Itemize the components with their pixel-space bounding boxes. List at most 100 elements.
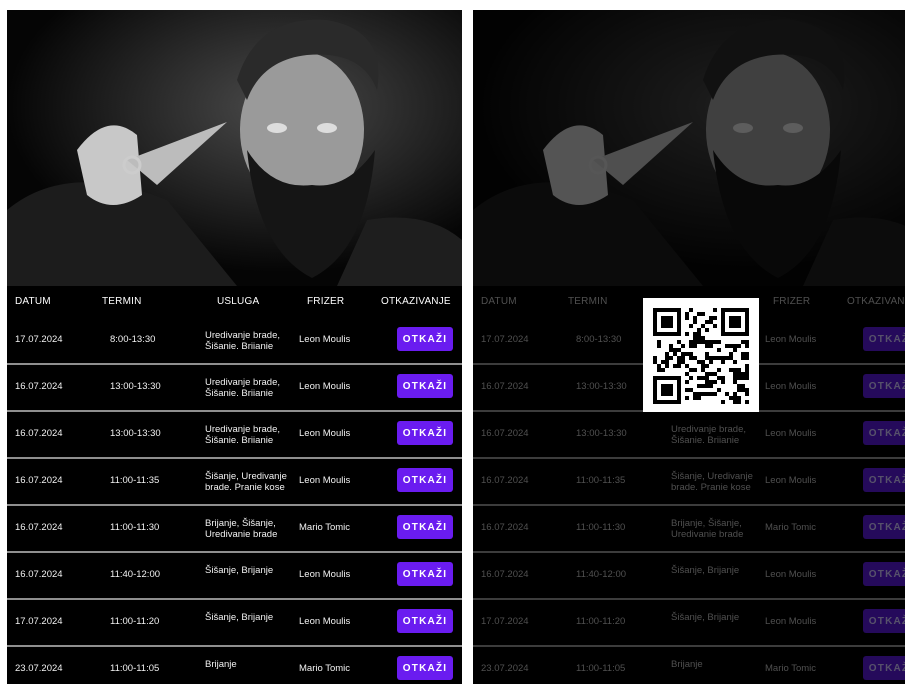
table-row: 17.07.2024 11:00-11:20 Šišanje, Brijanje Le… (473, 600, 905, 647)
cell-barber: Leon Moulis (299, 569, 351, 580)
cancel-button[interactable]: OTKAŽI (863, 327, 905, 351)
cancel-button[interactable]: OTKAŽI (863, 562, 905, 586)
cancel-button[interactable]: OTKAŽI (863, 421, 905, 445)
cell-barber: Leon Moulis (299, 334, 351, 345)
cell-date: 16.07.2024 (481, 428, 529, 439)
cell-time: 11:00-11:30 (110, 522, 160, 533)
header-otkazivanje: OTKAZIVANJE (381, 296, 451, 307)
cell-barber: Mario Tomic (765, 663, 817, 674)
cell-date: 17.07.2024 (15, 616, 63, 627)
cell-time: 11:00-11:20 (576, 616, 626, 627)
cell-service: Šišanje, Brijanje (205, 612, 274, 623)
cell-date: 16.07.2024 (15, 475, 63, 486)
cell-date: 16.07.2024 (481, 522, 529, 533)
header-datum: DATUM (481, 296, 517, 307)
table-row: 16.07.2024 11:00-11:30 Brijanje, Šišanje, … (473, 506, 905, 553)
cell-service: Brijanje (205, 659, 237, 670)
cell-time: 8:00-13:30 (576, 334, 622, 345)
table-row: 16.07.2024 13:00-13:30 Uredivanje brade, Š… (473, 412, 905, 459)
cancel-button[interactable]: OTKAŽI (863, 374, 905, 398)
cancel-button[interactable]: OTKAŽI (397, 656, 453, 680)
qr-code-popup[interactable] (643, 298, 759, 412)
cell-service: Uredivanje brade, Šišanie. Briianie (205, 424, 280, 446)
header-usluga: USLUGA (217, 296, 260, 307)
cell-barber: Leon Moulis (765, 334, 817, 345)
table-row: 16.07.2024 11:00-11:30 Brijanje, Šišanje, … (7, 506, 462, 553)
cell-service: Šišanje, Brijanje (205, 565, 274, 576)
table-row: 16.07.2024 11:40-12:00 Šišanje, Brijanje Le… (473, 553, 905, 600)
cell-service: Brijanje, Šišanje, Uredivanie brade (671, 518, 744, 540)
cell-barber: Leon Moulis (299, 428, 351, 439)
cell-barber: Leon Moulis (765, 616, 817, 627)
cancel-button[interactable]: OTKAŽI (397, 421, 453, 445)
cancel-button[interactable]: OTKAŽI (397, 609, 453, 633)
header-frizer: FRIZER (307, 296, 345, 307)
table-header: DATUM TERMIN USLUGA FRIZER OTKAZIVANJE (7, 286, 462, 318)
cell-time: 8:00-13:30 (110, 334, 156, 345)
appointments-table: DATUM TERMIN USLUGA FRIZER OTKAZIVANJE 1… (7, 286, 462, 684)
cell-time: 13:00-13:30 (576, 381, 627, 392)
table-row: 17.07.2024 8:00-13:30 Uredivanje brade, Ši… (7, 318, 462, 365)
header-otkazivanje: OTKAZIVANJE (847, 296, 905, 307)
cell-barber: Leon Moulis (299, 381, 351, 392)
cell-date: 16.07.2024 (15, 428, 63, 439)
table-row: 16.07.2024 13:00-13:30 Uredivanje brade, Š… (7, 412, 462, 459)
table-row: 23.07.2024 11:00-11:05 Brijanje Mario Tomic… (7, 647, 462, 684)
cancel-button[interactable]: OTKAŽI (863, 609, 905, 633)
cell-time: 11:00-11:35 (110, 475, 160, 486)
cell-service: Brijanje, Šišanje, Uredivanie brade (205, 518, 278, 540)
cell-barber: Leon Moulis (299, 616, 351, 627)
cell-service: Brijanje (671, 659, 703, 670)
cell-time: 13:00-13:30 (576, 428, 627, 439)
cell-barber: Mario Tomic (299, 663, 351, 674)
cancel-button[interactable]: OTKAŽI (863, 468, 905, 492)
cell-date: 16.07.2024 (481, 475, 529, 486)
cell-barber: Leon Moulis (765, 428, 817, 439)
cell-time: 11:40-12:00 (110, 569, 161, 580)
cell-time: 11:00-11:05 (576, 663, 626, 674)
table-row: 16.07.2024 11:00-11:35 Šišanje, Uredivanje… (473, 459, 905, 506)
cell-barber: Leon Moulis (765, 381, 817, 392)
cell-date: 17.07.2024 (15, 334, 63, 345)
cell-service: Šišanje, Brijanje (671, 612, 740, 623)
cell-barber: Leon Moulis (299, 475, 351, 486)
table-row: 16.07.2024 13:00-13:30 Uredivanje brade, Š… (7, 365, 462, 412)
cell-service: Uredivanje brade, Šišanie. Briianie (205, 330, 280, 352)
cell-date: 16.07.2024 (481, 381, 529, 392)
cell-time: 11:00-11:20 (110, 616, 160, 627)
header-termin: TERMIN (102, 296, 142, 307)
cell-time: 11:00-11:05 (110, 663, 160, 674)
cell-service: Šišanje, Brijanje (671, 565, 740, 576)
cell-time: 11:00-11:35 (576, 475, 626, 486)
cell-barber: Leon Moulis (765, 569, 817, 580)
qr-code-icon (653, 308, 749, 404)
cell-barber: Mario Tomic (299, 522, 351, 533)
header-frizer: FRIZER (773, 296, 811, 307)
cell-barber: Leon Moulis (765, 475, 817, 486)
cancel-button[interactable]: OTKAŽI (863, 656, 905, 680)
table-row: 17.07.2024 11:00-11:20 Šišanje, Brijanje Le… (7, 600, 462, 647)
cell-time: 13:00-13:30 (110, 428, 161, 439)
cell-date: 17.07.2024 (481, 334, 529, 345)
appointments-screen-dimmed: DATUM TERMIN FRIZER OTKAZIVANJE 17.07.20… (473, 10, 905, 684)
cell-service: Šišanje, Uredivanje brade. Pranie kose (671, 471, 753, 493)
cell-service: Uredivanje brade, Šišanie. Briianie (671, 424, 746, 446)
cancel-button[interactable]: OTKAŽI (397, 562, 453, 586)
cell-time: 11:00-11:30 (576, 522, 626, 533)
header-datum: DATUM (15, 296, 51, 307)
cell-date: 23.07.2024 (481, 663, 529, 674)
appointments-screen: DATUM TERMIN USLUGA FRIZER OTKAZIVANJE 1… (7, 10, 462, 684)
cancel-button[interactable]: OTKAŽI (397, 468, 453, 492)
cell-date: 17.07.2024 (481, 616, 529, 627)
cell-date: 16.07.2024 (15, 381, 63, 392)
cell-service: Uredivanje brade, Šišanie. Briianie (205, 377, 280, 399)
cancel-button[interactable]: OTKAŽI (863, 515, 905, 539)
cancel-button[interactable]: OTKAŽI (397, 374, 453, 398)
cell-date: 16.07.2024 (15, 522, 63, 533)
cancel-button[interactable]: OTKAŽI (397, 515, 453, 539)
hero-image-dimmed (473, 10, 905, 286)
cell-time: 11:40-12:00 (576, 569, 627, 580)
cell-date: 23.07.2024 (15, 663, 63, 674)
table-row: 16.07.2024 11:40-12:00 Šišanje, Brijanje Le… (7, 553, 462, 600)
cancel-button[interactable]: OTKAŽI (397, 327, 453, 351)
